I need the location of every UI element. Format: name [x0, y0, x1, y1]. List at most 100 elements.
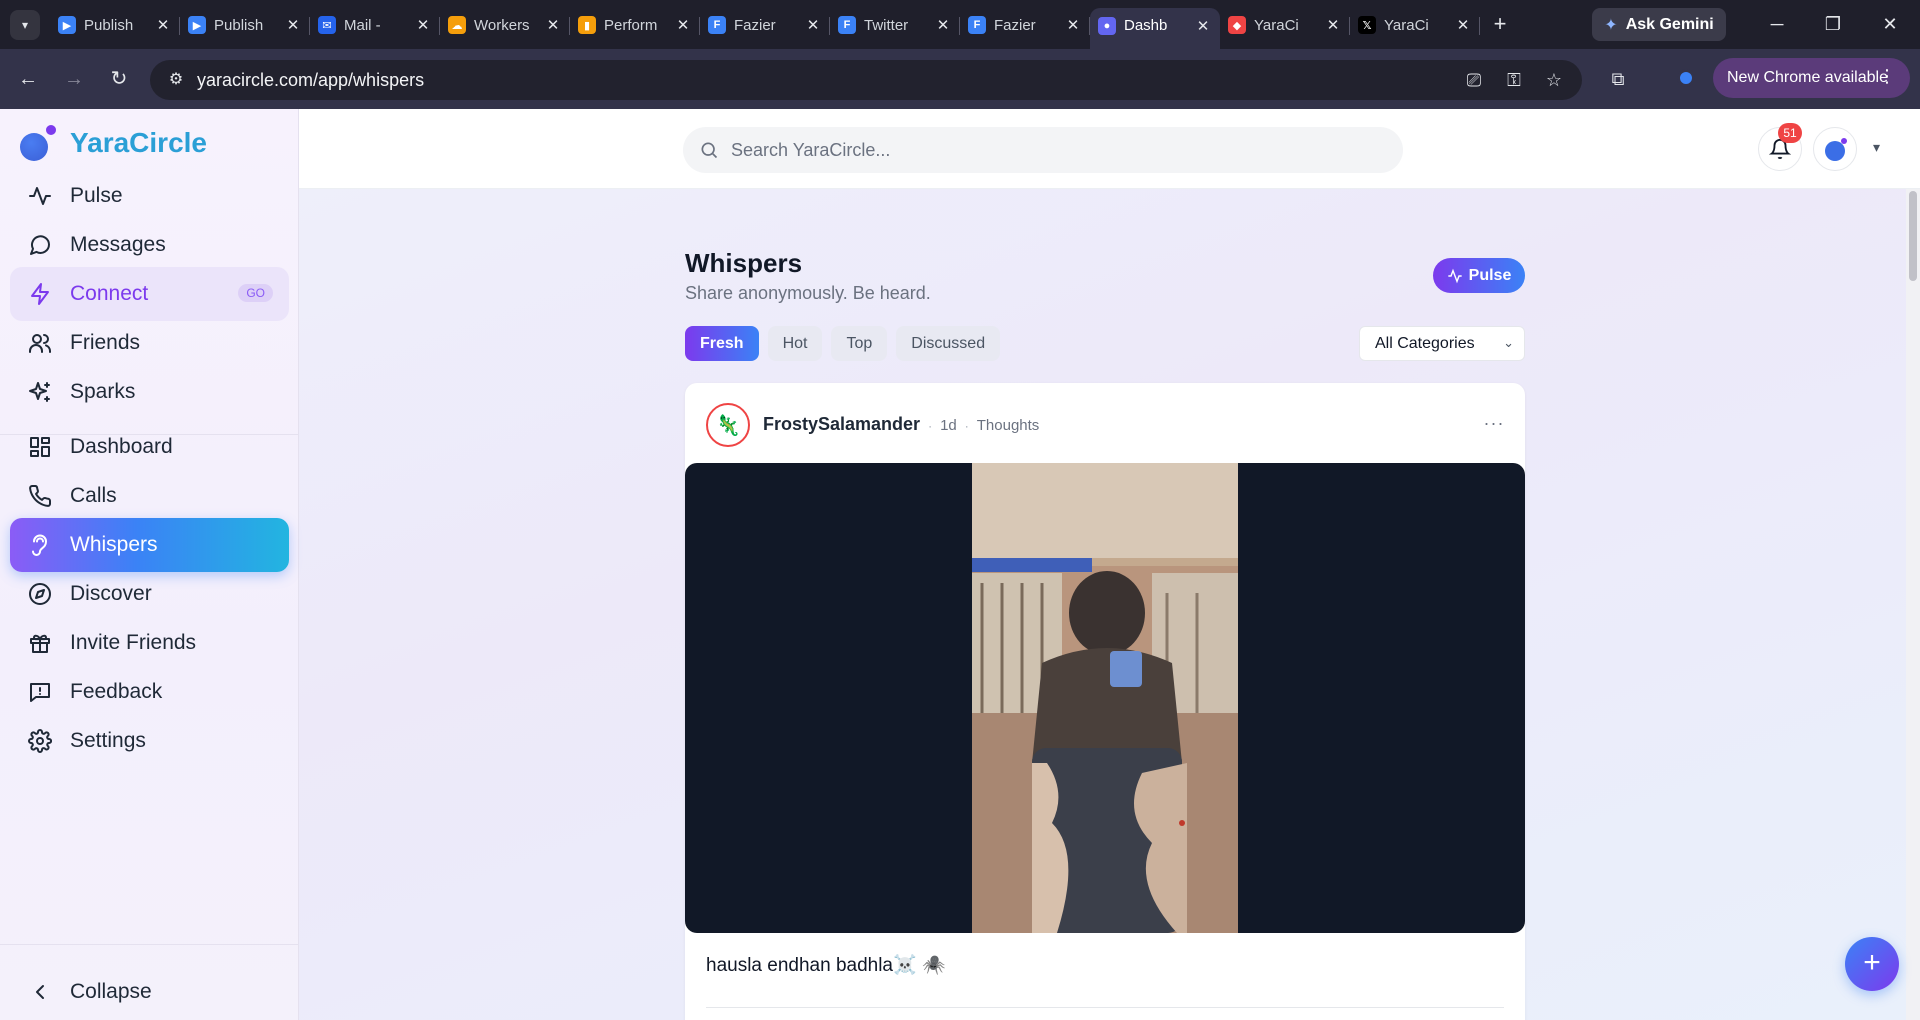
pulse-icon	[26, 182, 54, 210]
password-key-icon[interactable]: ⚿	[1502, 68, 1526, 92]
pulse-button-label: Pulse	[1468, 266, 1512, 284]
sidebar-item-label: Whispers	[70, 533, 158, 556]
new-tab-button[interactable]: +	[1487, 12, 1513, 38]
restore-button[interactable]: ❐	[1818, 10, 1848, 40]
chevron-left-icon	[26, 978, 54, 1006]
tab-close-icon[interactable]: ✕	[544, 16, 562, 34]
whisper-post: 🦎 FrostySalamander · 1d · Thoughts ··· h…	[685, 383, 1525, 1020]
page-title: Whispers	[685, 248, 803, 278]
sidebar-item-label: Friends	[70, 331, 141, 354]
browser-tab[interactable]: ▶ Publish ✕	[180, 8, 310, 42]
sidebar-item-connect[interactable]: Connect GO	[10, 267, 289, 321]
tab-discussed[interactable]: Discussed	[896, 326, 1001, 361]
feedback-icon	[26, 678, 54, 706]
tab-close-icon[interactable]: ✕	[1064, 16, 1082, 34]
chevron-down-icon[interactable]: ▾	[1873, 139, 1893, 159]
reload-button[interactable]: ↻	[105, 65, 133, 93]
tab-close-icon[interactable]: ✕	[154, 16, 172, 34]
more-options-icon[interactable]: ···	[1479, 413, 1509, 433]
chrome-update-button[interactable]: New Chrome available ⋮	[1713, 58, 1910, 98]
collapse-label: Collapse	[70, 980, 152, 1003]
profile-icon[interactable]	[1677, 69, 1695, 87]
friends-icon	[26, 329, 54, 357]
tab-top[interactable]: Top	[831, 326, 888, 361]
search-input[interactable]	[731, 139, 1371, 161]
sidebar-item-feedback[interactable]: Feedback	[10, 665, 289, 719]
create-post-button[interactable]: +	[1845, 937, 1899, 991]
minimize-button[interactable]: ─	[1762, 10, 1792, 40]
tab-close-icon[interactable]: ✕	[934, 16, 952, 34]
tab-close-icon[interactable]: ✕	[674, 16, 692, 34]
sidebar-item-pulse[interactable]: Pulse	[10, 169, 289, 223]
category-select[interactable]: All Categories ⌄	[1359, 326, 1525, 361]
back-button[interactable]: ←	[14, 65, 42, 93]
browser-tab[interactable]: ◆ YaraCi ✕	[1220, 8, 1350, 42]
salamander-icon[interactable]: 🦎	[706, 403, 750, 447]
tab-close-icon[interactable]: ✕	[1194, 17, 1212, 35]
tab-close-icon[interactable]: ✕	[804, 16, 822, 34]
sidebar-item-friends[interactable]: Friends	[10, 316, 289, 370]
post-divider	[706, 1007, 1504, 1008]
tab-close-icon[interactable]: ✕	[1324, 16, 1342, 34]
site-info-icon[interactable]: ⚙	[164, 68, 188, 92]
tab-favicon-icon: F	[968, 16, 986, 34]
search-box[interactable]	[683, 127, 1403, 173]
tab-close-icon[interactable]: ✕	[414, 16, 432, 34]
bookmark-star-icon[interactable]: ☆	[1542, 68, 1566, 92]
sidebar-item-invite-friends[interactable]: Invite Friends	[10, 616, 289, 670]
forward-button[interactable]: →	[60, 65, 88, 93]
tab-close-icon[interactable]: ✕	[1454, 16, 1472, 34]
browser-tab[interactable]: 𝕏 YaraCi ✕	[1350, 8, 1480, 42]
tab-fresh[interactable]: Fresh	[685, 326, 759, 361]
sidebar-item-discover[interactable]: Discover	[10, 567, 289, 621]
browser-tab[interactable]: ✉ Mail - ✕	[310, 8, 440, 42]
sidebar-item-label: Invite Friends	[70, 631, 197, 654]
post-username[interactable]: FrostySalamander	[763, 414, 920, 435]
chevron-down-icon: ⌄	[1503, 335, 1514, 350]
install-app-icon[interactable]: ⎚	[1462, 68, 1486, 92]
pulse-button[interactable]: Pulse	[1433, 258, 1525, 293]
sidebar-item-settings[interactable]: Settings	[10, 714, 289, 768]
scrollbar-track[interactable]	[1906, 189, 1920, 1020]
sidebar-item-dashboard[interactable]: Dashboard	[10, 420, 289, 474]
sidebar-item-label: Calls	[70, 484, 117, 507]
go-badge: GO	[238, 284, 273, 302]
tab-label: Publish	[214, 16, 264, 34]
tab-favicon-icon: ▶	[58, 16, 76, 34]
sidebar-item-label: Feedback	[70, 680, 163, 703]
tab-label: Dashb	[1124, 17, 1168, 34]
url-text[interactable]: yaracircle.com/app/whispers	[197, 70, 424, 91]
tab-hot[interactable]: Hot	[767, 326, 823, 361]
address-bar[interactable]: ⚙ yaracircle.com/app/whispers ⎚ ⚿ ☆	[150, 60, 1582, 100]
kebab-menu-icon[interactable]: ⋮	[1878, 66, 1896, 87]
sidebar-item-label: Messages	[70, 233, 166, 256]
separator-dot: ·	[928, 419, 933, 433]
browser-tab[interactable]: ▶ Publish ✕	[50, 8, 180, 42]
scrollbar-thumb[interactable]	[1909, 191, 1917, 281]
browser-tab[interactable]: F Fazier ✕	[700, 8, 830, 42]
close-window-button[interactable]: ✕	[1875, 10, 1905, 40]
bolt-icon	[26, 280, 54, 308]
sidebar-item-sparks[interactable]: Sparks	[10, 365, 289, 419]
sidebar-item-whispers[interactable]: Whispers	[10, 518, 289, 572]
tab-close-icon[interactable]: ✕	[284, 16, 302, 34]
sidebar-item-calls[interactable]: Calls	[10, 469, 289, 523]
browser-tab[interactable]: F Fazier ✕	[960, 8, 1090, 42]
browser-tab[interactable]: F Twitter ✕	[830, 8, 960, 42]
tab-search-button[interactable]: ▾	[10, 10, 40, 40]
post-photo[interactable]	[972, 463, 1238, 933]
user-avatar[interactable]	[1813, 127, 1857, 171]
extensions-icon[interactable]: ⧉	[1604, 65, 1632, 93]
browser-tab[interactable]: ☁ Workers ✕	[440, 8, 570, 42]
app-logo[interactable]: YaraCircle	[20, 125, 207, 161]
sidebar-item-messages[interactable]: Messages	[10, 218, 289, 272]
ask-gemini-button[interactable]: ✦ Ask Gemini	[1592, 8, 1726, 41]
tab-favicon-icon: ✉	[318, 16, 336, 34]
browser-tab[interactable]: ● Dashb ✕	[1090, 8, 1220, 49]
browser-tab[interactable]: ▮ Perform ✕	[570, 8, 700, 42]
post-category[interactable]: Thoughts	[977, 417, 1040, 434]
post-media[interactable]	[685, 463, 1525, 933]
collapse-sidebar-button[interactable]: Collapse	[10, 965, 289, 1019]
sidebar-item-label: Dashboard	[70, 435, 173, 458]
gemini-sparkle-icon: ✦	[1604, 16, 1618, 34]
